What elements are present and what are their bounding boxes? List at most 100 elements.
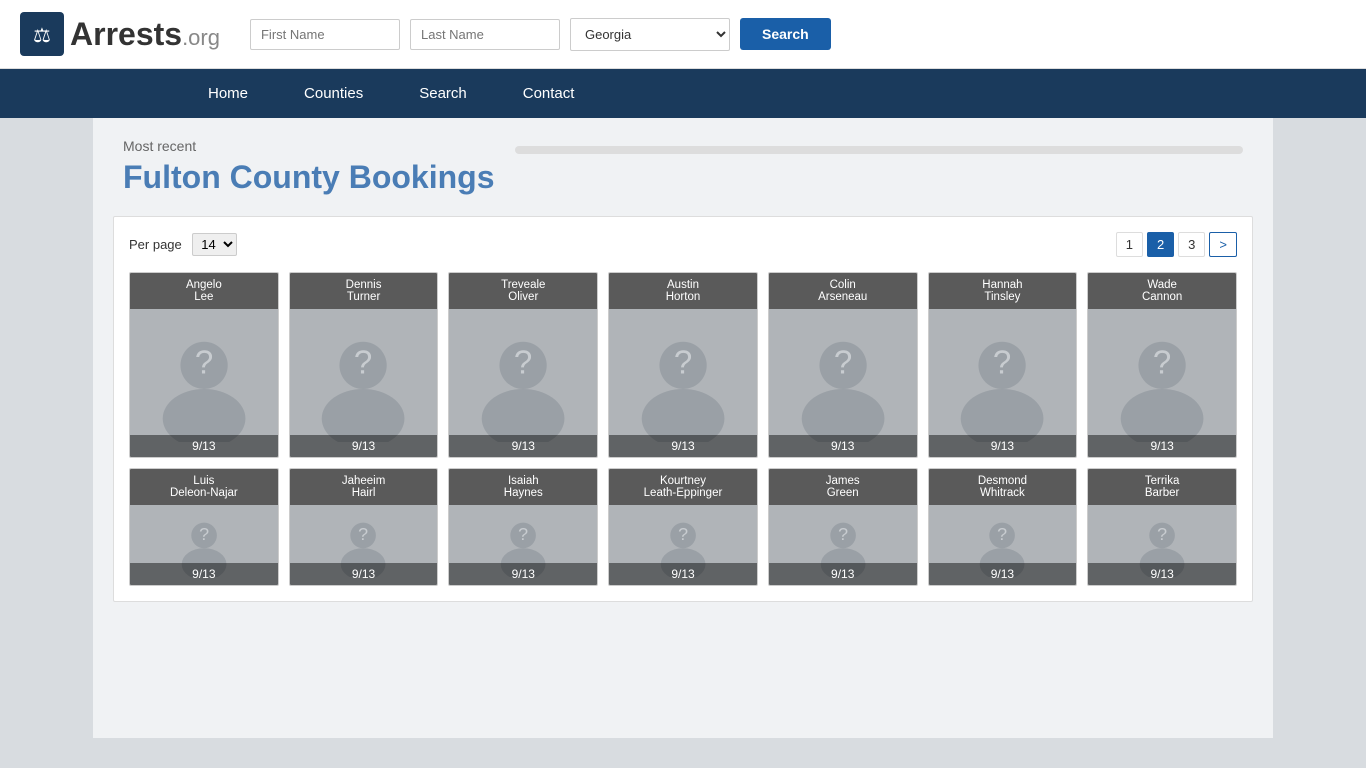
- card-date: 9/13: [290, 435, 438, 457]
- svg-text:?: ?: [359, 524, 369, 544]
- booking-card-luis-deleon-najar[interactable]: LuisDeleon-Najar ? 9/13: [129, 468, 279, 586]
- svg-text:?: ?: [674, 345, 692, 382]
- page-1-label[interactable]: 1: [1116, 232, 1143, 257]
- content-wrapper: Most recent Fulton County Bookings Per p…: [93, 118, 1273, 632]
- card-date: 9/13: [769, 563, 917, 585]
- booking-card-dennis-turner[interactable]: DennisTurner ? 9/13: [289, 272, 439, 458]
- logo[interactable]: ⚖ Arrests.org: [20, 12, 220, 56]
- card-photo: ? 9/13: [130, 309, 278, 457]
- card-photo: ? 9/13: [1088, 309, 1236, 457]
- svg-text:?: ?: [195, 345, 213, 382]
- placeholder-photo-icon: ?: [145, 324, 263, 442]
- card-photo: ? 9/13: [290, 505, 438, 585]
- placeholder-photo-icon: ?: [464, 324, 582, 442]
- scrollbar[interactable]: [515, 146, 1244, 154]
- card-date: 9/13: [449, 435, 597, 457]
- per-page-control: Per page 7 14 21 28: [129, 233, 237, 256]
- nav-home[interactable]: Home: [180, 69, 276, 118]
- card-photo: ? 9/13: [1088, 505, 1236, 585]
- card-photo: ? 9/13: [290, 309, 438, 457]
- nav-counties[interactable]: Counties: [276, 69, 391, 118]
- card-photo: ? 9/13: [609, 505, 757, 585]
- svg-text:?: ?: [354, 345, 372, 382]
- card-photo: ? 9/13: [130, 505, 278, 585]
- cards-grid-row2: LuisDeleon-Najar ? 9/13 JaheeimHairl: [129, 468, 1237, 586]
- per-page-row: Per page 7 14 21 28 1 2 3 >: [129, 232, 1237, 257]
- most-recent-label: Most recent: [123, 138, 495, 154]
- nav-contact[interactable]: Contact: [495, 69, 603, 118]
- card-date: 9/13: [929, 563, 1077, 585]
- county-title: Fulton County Bookings: [123, 158, 495, 196]
- header-form: Georgia Alabama Florida Texas California…: [250, 18, 831, 51]
- card-name: DennisTurner: [290, 273, 438, 309]
- last-name-input[interactable]: [410, 19, 560, 50]
- svg-text:?: ?: [678, 524, 688, 544]
- placeholder-photo-icon: ?: [784, 324, 902, 442]
- page-3-btn[interactable]: 3: [1178, 232, 1205, 257]
- card-name: AngeloLee: [130, 273, 278, 309]
- booking-card-hannah-tinsley[interactable]: HannahTinsley ? 9/13: [928, 272, 1078, 458]
- placeholder-photo-icon: ?: [1103, 324, 1221, 442]
- card-name: JamesGreen: [769, 469, 917, 505]
- svg-text:?: ?: [993, 345, 1011, 382]
- header: ⚖ Arrests.org Georgia Alabama Florida Te…: [0, 0, 1366, 69]
- card-name: TerrikaBarber: [1088, 469, 1236, 505]
- booking-card-wade-cannon[interactable]: WadeCannon ? 9/13: [1087, 272, 1237, 458]
- cards-grid-row1: AngeloLee ? 9/13 DennisTurner: [129, 272, 1237, 458]
- card-name: DesmondWhitrack: [929, 469, 1077, 505]
- svg-text:⚖: ⚖: [33, 25, 51, 47]
- card-name: AustinHorton: [609, 273, 757, 309]
- nav-search[interactable]: Search: [391, 69, 495, 118]
- card-photo: ? 9/13: [449, 505, 597, 585]
- card-date: 9/13: [449, 563, 597, 585]
- booking-card-angelo-lee[interactable]: AngeloLee ? 9/13: [129, 272, 279, 458]
- booking-card-austin-horton[interactable]: AustinHorton ? 9/13: [608, 272, 758, 458]
- svg-text:?: ?: [199, 524, 209, 544]
- booking-card-jaheeim-hairl[interactable]: JaheeimHairl ? 9/13: [289, 468, 439, 586]
- card-name: IsaiahHaynes: [449, 469, 597, 505]
- booking-card-james-green[interactable]: JamesGreen ? 9/13: [768, 468, 918, 586]
- booking-card-colin-arseneau[interactable]: ColinArseneau ? 9/13: [768, 272, 918, 458]
- first-name-input[interactable]: [250, 19, 400, 50]
- svg-text:?: ?: [514, 345, 532, 382]
- card-photo: ? 9/13: [769, 309, 917, 457]
- card-photo: ? 9/13: [929, 309, 1077, 457]
- booking-card-kourtney-leath-eppinger[interactable]: KourtneyLeath-Eppinger ? 9/13: [608, 468, 758, 586]
- card-date: 9/13: [130, 435, 278, 457]
- card-name: WadeCannon: [1088, 273, 1236, 309]
- card-name: JaheeimHairl: [290, 469, 438, 505]
- card-name: ColinArseneau: [769, 273, 917, 309]
- booking-card-desmond-whitrack[interactable]: DesmondWhitrack ? 9/13: [928, 468, 1078, 586]
- svg-text:?: ?: [833, 345, 851, 382]
- svg-text:?: ?: [518, 524, 528, 544]
- card-name: KourtneyLeath-Eppinger: [609, 469, 757, 505]
- page-2-btn[interactable]: 2: [1147, 232, 1174, 257]
- card-photo: ? 9/13: [929, 505, 1077, 585]
- per-page-select[interactable]: 7 14 21 28: [192, 233, 237, 256]
- svg-text:?: ?: [1153, 345, 1171, 382]
- pagination: 1 2 3 >: [1116, 232, 1237, 257]
- card-name: TrevealeOliver: [449, 273, 597, 309]
- svg-text:?: ?: [838, 524, 848, 544]
- card-date: 9/13: [130, 563, 278, 585]
- logo-icon: ⚖: [20, 12, 64, 56]
- placeholder-photo-icon: ?: [304, 324, 422, 442]
- booking-card-terrika-barber[interactable]: TerrikaBarber ? 9/13: [1087, 468, 1237, 586]
- svg-text:?: ?: [1157, 524, 1167, 544]
- next-page-btn[interactable]: >: [1209, 232, 1237, 257]
- grid-container: Per page 7 14 21 28 1 2 3 >: [113, 216, 1253, 602]
- card-date: 9/13: [769, 435, 917, 457]
- booking-card-treveale-oliver[interactable]: TrevealeOliver ? 9/13: [448, 272, 598, 458]
- card-photo: ? 9/13: [449, 309, 597, 457]
- card-date: 9/13: [609, 435, 757, 457]
- card-date: 9/13: [609, 563, 757, 585]
- per-page-label: Per page: [129, 237, 182, 252]
- state-select[interactable]: Georgia Alabama Florida Texas California: [570, 18, 730, 51]
- navigation: Home Counties Search Contact: [0, 69, 1366, 118]
- card-name: LuisDeleon-Najar: [130, 469, 278, 505]
- title-block: Most recent Fulton County Bookings: [123, 138, 495, 196]
- placeholder-photo-icon: ?: [943, 324, 1061, 442]
- svg-text:?: ?: [997, 524, 1007, 544]
- search-button[interactable]: Search: [740, 18, 831, 50]
- booking-card-isaiah-haynes[interactable]: IsaiahHaynes ? 9/13: [448, 468, 598, 586]
